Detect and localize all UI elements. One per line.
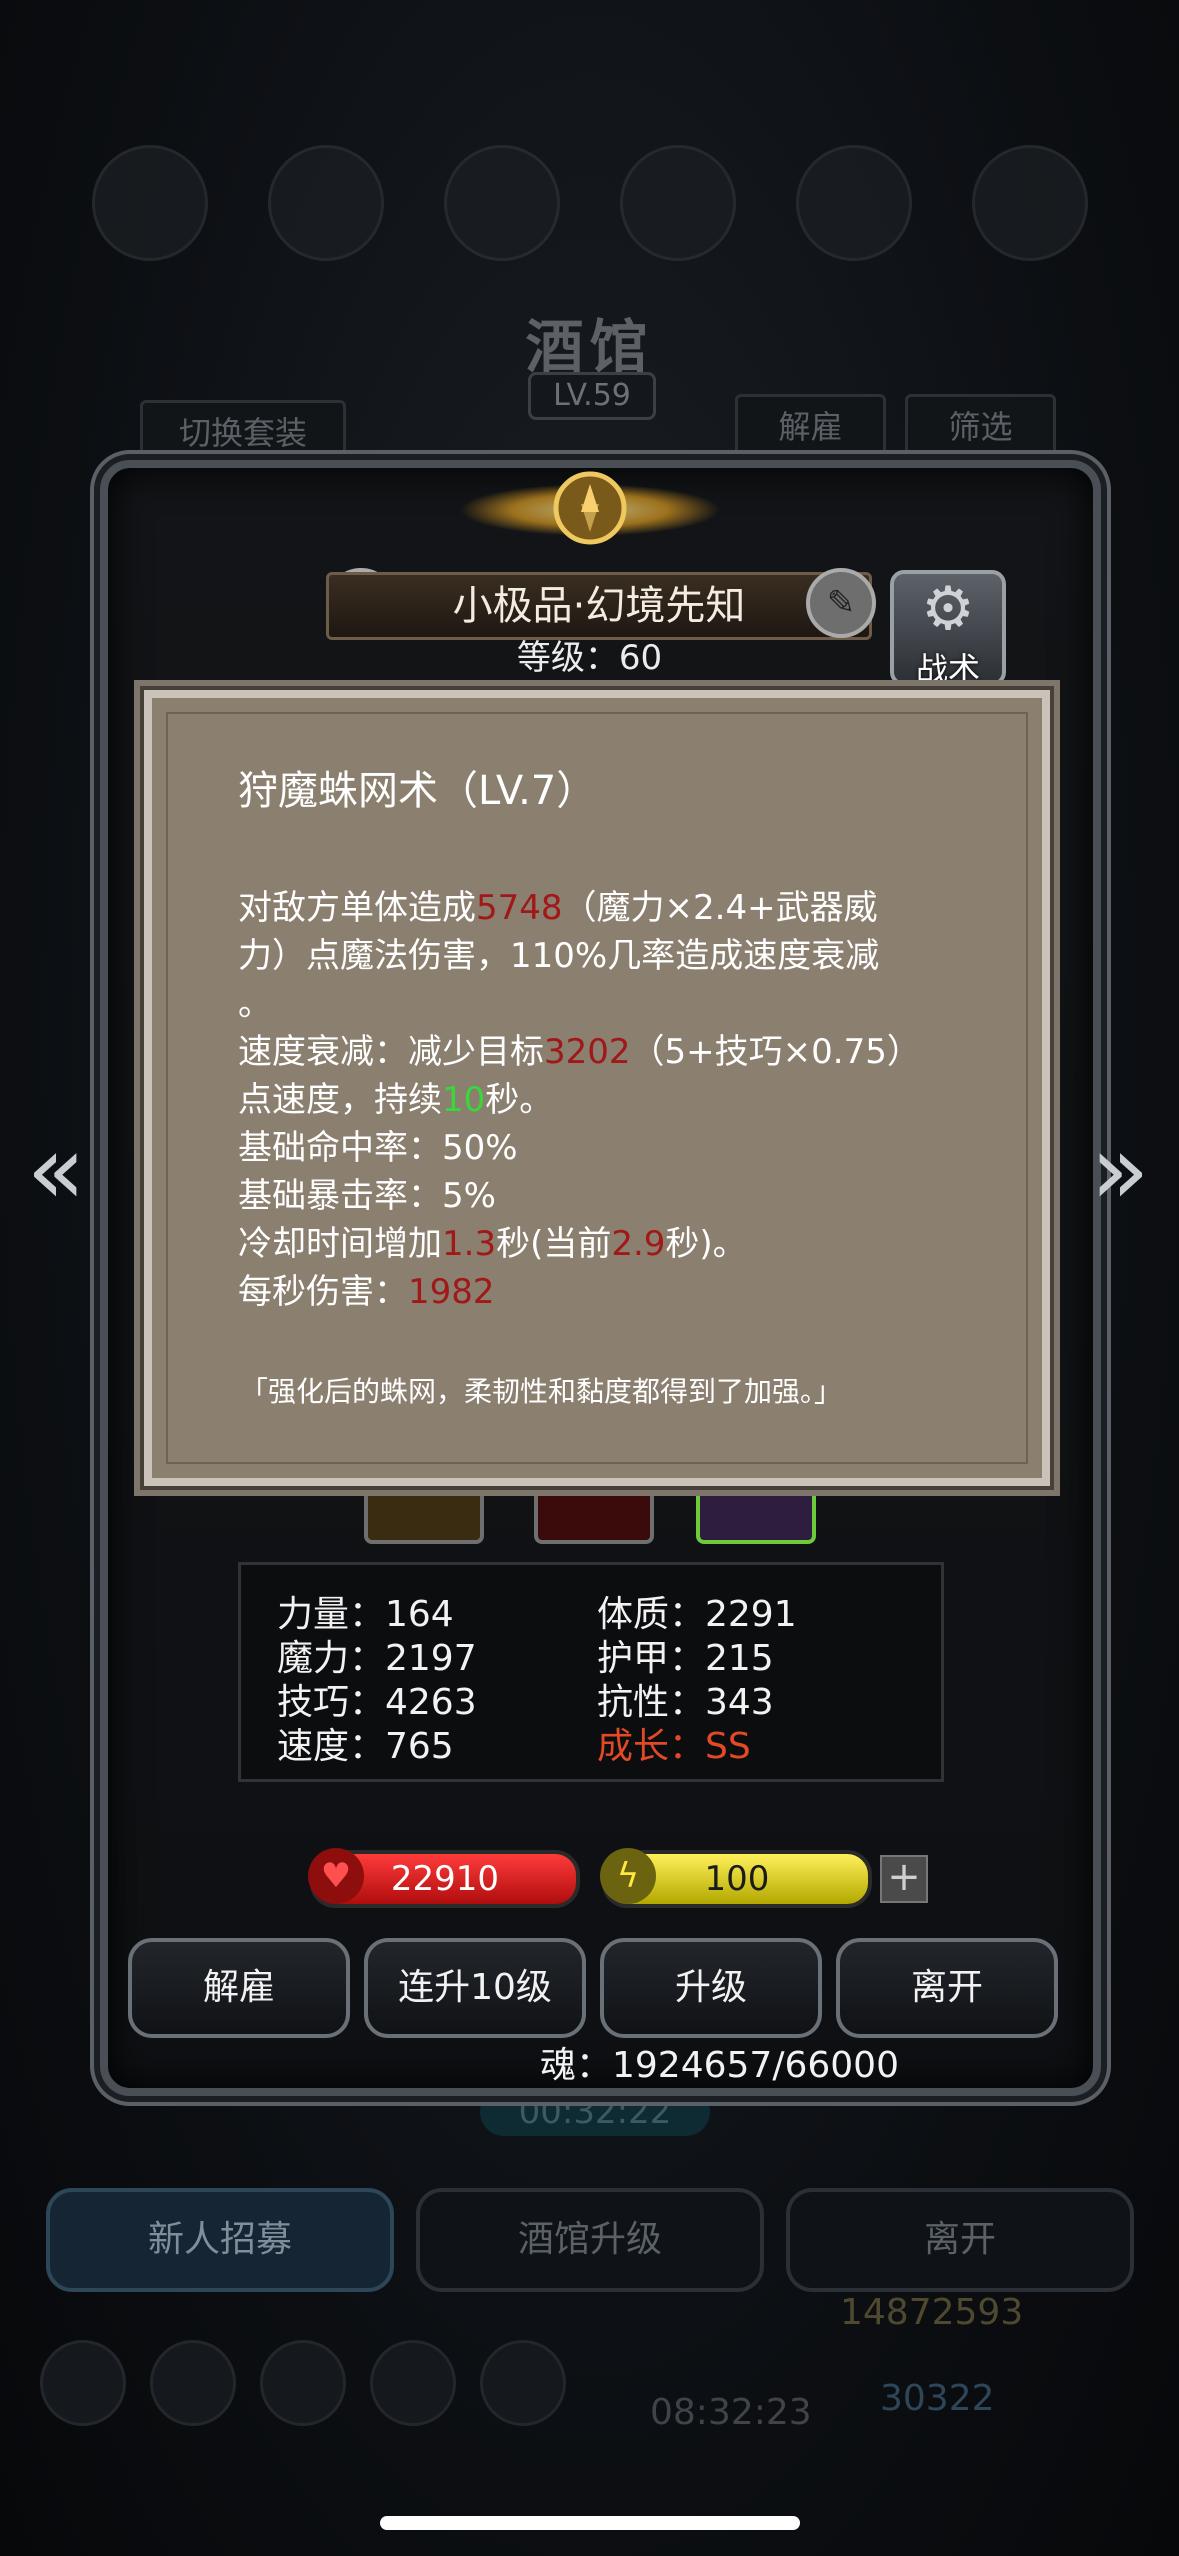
dismiss-button[interactable]: 解雇 bbox=[128, 1938, 350, 2038]
top-icon-row bbox=[40, 145, 1140, 265]
duration-value: 10 bbox=[442, 1080, 486, 1120]
skill-title: 狩魔蛛网术（LV.7） bbox=[238, 768, 597, 814]
dps-value: 1982 bbox=[408, 1272, 495, 1312]
skill-desc-line-4: 速度衰减：减少目标3202（5+技巧×0.75） bbox=[238, 1024, 921, 1073]
tab-new-recruit: 新人招募 bbox=[46, 2188, 394, 2292]
dps-line: 每秒伤害：1982 bbox=[238, 1264, 495, 1313]
desc-text: 秒)。 bbox=[665, 1224, 747, 1264]
skill-desc-line-2: 力）点魔法伤害，110%几率造成速度衰减 bbox=[238, 936, 880, 976]
bg-filter-button: 筛选 bbox=[905, 394, 1056, 460]
home-indicator[interactable] bbox=[380, 2516, 800, 2530]
cooldown-line: 冷却时间增加1.3秒(当前2.9秒)。 bbox=[238, 1216, 747, 1265]
nav-icon bbox=[370, 2340, 456, 2426]
hero-slot-icon bbox=[444, 145, 560, 261]
gear-icon: ⚙ bbox=[921, 574, 975, 644]
tactic-button[interactable]: ⚙ 战术 bbox=[890, 570, 1006, 688]
bg-dismiss-button: 解雇 bbox=[735, 394, 886, 460]
damage-value: 5748 bbox=[476, 888, 563, 928]
skill-desc-line-1: 对敌方单体造成5748（魔力×2.4+武器威 bbox=[238, 880, 878, 929]
desc-text: 冷却时间增加 bbox=[238, 1224, 442, 1264]
heart-icon: ♥ bbox=[308, 1848, 364, 1904]
nav-icon bbox=[480, 2340, 566, 2426]
desc-text: 秒(当前 bbox=[496, 1224, 612, 1264]
tab-leave: 离开 bbox=[786, 2188, 1134, 2292]
desc-text: 对敌方单体造成 bbox=[238, 888, 476, 928]
soul-counter: 魂：1924657/66000 bbox=[540, 2045, 899, 2086]
crit-rate: 基础暴击率：5% bbox=[238, 1176, 496, 1216]
stat-growth: 成长：SS bbox=[597, 1726, 751, 1767]
nav-icon bbox=[260, 2340, 346, 2426]
hero-slot-icon bbox=[620, 145, 736, 261]
hero-slot-icon bbox=[796, 145, 912, 261]
skill-desc-line-3: 。 bbox=[238, 984, 272, 1024]
desc-text: 速度衰减：减少目标 bbox=[238, 1032, 544, 1072]
skill-flavor-text: 「强化后的蛛网，柔韧性和黏度都得到了加强。」 bbox=[240, 1375, 843, 1408]
hero-slot-icon bbox=[92, 145, 208, 261]
stat-speed: 速度：765 bbox=[277, 1726, 454, 1767]
emblem-icon bbox=[460, 471, 720, 545]
hero-slot-icon bbox=[268, 145, 384, 261]
stats-panel: 力量：164 体质：2291 魔力：2197 护甲：215 技巧：4263 抗性… bbox=[238, 1562, 944, 1782]
cooldown-current: 2.9 bbox=[611, 1224, 666, 1264]
tavern-level: LV.59 bbox=[528, 372, 656, 420]
cooldown-increase: 1.3 bbox=[442, 1224, 497, 1264]
double-chevron-right-icon[interactable]: » bbox=[1080, 1120, 1160, 1220]
slow-value: 3202 bbox=[544, 1032, 631, 1072]
hit-rate: 基础命中率：50% bbox=[238, 1128, 518, 1168]
gem-count: 30322 bbox=[880, 2378, 995, 2419]
desc-text: 秒。 bbox=[485, 1080, 554, 1120]
tactic-label: 战术 bbox=[915, 650, 980, 688]
tab-tavern-upgrade: 酒馆升级 bbox=[416, 2188, 764, 2292]
double-chevron-left-icon[interactable]: « bbox=[16, 1120, 96, 1220]
hero-slot-icon bbox=[972, 145, 1088, 261]
nav-icon bbox=[150, 2340, 236, 2426]
gold-count: 14872593 bbox=[840, 2292, 1024, 2333]
lightning-icon: ϟ bbox=[600, 1848, 656, 1904]
desc-text: （5+技巧×0.75） bbox=[630, 1032, 921, 1072]
level-up-button[interactable]: 升级 bbox=[600, 1938, 822, 2038]
nav-icon bbox=[40, 2340, 126, 2426]
desc-text: （魔力×2.4+武器威 bbox=[562, 888, 878, 928]
level-up-10-button[interactable]: 连升10级 bbox=[364, 1938, 586, 2038]
skill-desc-line-5: 点速度，持续10秒。 bbox=[238, 1072, 553, 1121]
switch-outfit-button: 切换套装 bbox=[140, 400, 346, 466]
leave-button[interactable]: 离开 bbox=[836, 1938, 1058, 2038]
desc-text: 每秒伤害： bbox=[238, 1272, 408, 1312]
add-energy-button[interactable]: + bbox=[880, 1855, 928, 1903]
chest-timer: 08:32:23 bbox=[650, 2392, 812, 2433]
desc-text: 点速度，持续 bbox=[238, 1080, 442, 1120]
edit-icon[interactable]: ✎ bbox=[806, 568, 876, 638]
